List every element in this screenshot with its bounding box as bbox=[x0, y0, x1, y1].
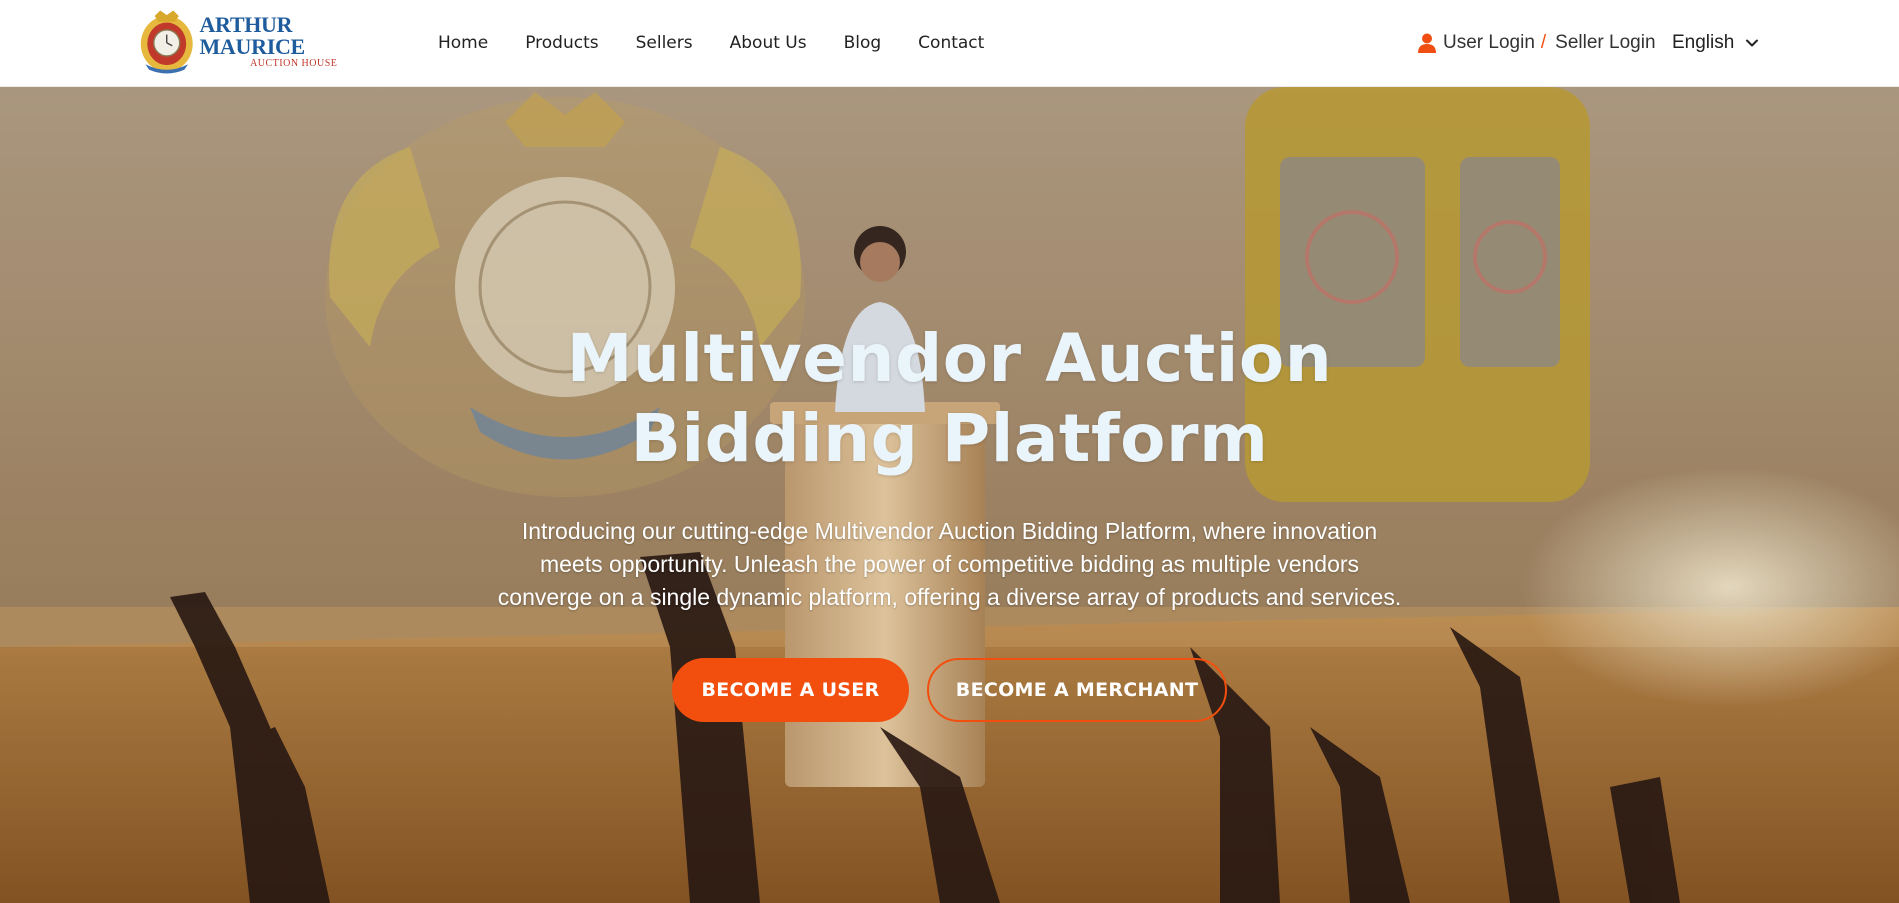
nav-about-us[interactable]: About Us bbox=[730, 33, 807, 53]
become-merchant-button[interactable]: BECOME A MERCHANT bbox=[927, 658, 1227, 722]
brand-subtitle: AUCTION HOUSE bbox=[250, 58, 338, 69]
nav-contact[interactable]: Contact bbox=[918, 33, 984, 53]
hero-section: Multivendor Auction Bidding Platform Int… bbox=[0, 87, 1899, 903]
nav-home[interactable]: Home bbox=[438, 33, 488, 53]
hero-description: Introducing our cutting-edge Multivendor… bbox=[497, 518, 1402, 610]
language-label: English bbox=[1672, 32, 1735, 53]
user-login-link[interactable]: User Login bbox=[1443, 32, 1535, 54]
nav-products[interactable]: Products bbox=[525, 33, 598, 53]
chevron-down-icon bbox=[1746, 39, 1759, 47]
site-header: ARTHUR MAURICE AUCTION HOUSE Home Produc… bbox=[0, 0, 1899, 87]
hero-title: Multivendor Auction Bidding Platform bbox=[566, 320, 1333, 477]
login-separator: / bbox=[1540, 32, 1547, 53]
account-links: User Login / Seller Login bbox=[1418, 0, 1656, 86]
main-nav: Home Products Sellers About Us Blog Cont… bbox=[438, 0, 1021, 86]
crest-logo-icon bbox=[140, 10, 193, 74]
nav-sellers[interactable]: Sellers bbox=[636, 33, 693, 53]
nav-blog[interactable]: Blog bbox=[844, 33, 882, 53]
hero-background-image bbox=[0, 87, 1899, 903]
language-selector[interactable]: English bbox=[1672, 0, 1759, 86]
become-user-button[interactable]: BECOME A USER bbox=[672, 658, 909, 722]
brand-wordmark: ARTHUR MAURICE AUCTION HOUSE bbox=[199, 14, 388, 70]
seller-login-link[interactable]: Seller Login bbox=[1555, 32, 1655, 54]
user-icon bbox=[1418, 33, 1436, 53]
brand-name: ARTHUR MAURICE bbox=[199, 12, 305, 59]
brand-logo[interactable]: ARTHUR MAURICE AUCTION HOUSE bbox=[138, 6, 388, 78]
